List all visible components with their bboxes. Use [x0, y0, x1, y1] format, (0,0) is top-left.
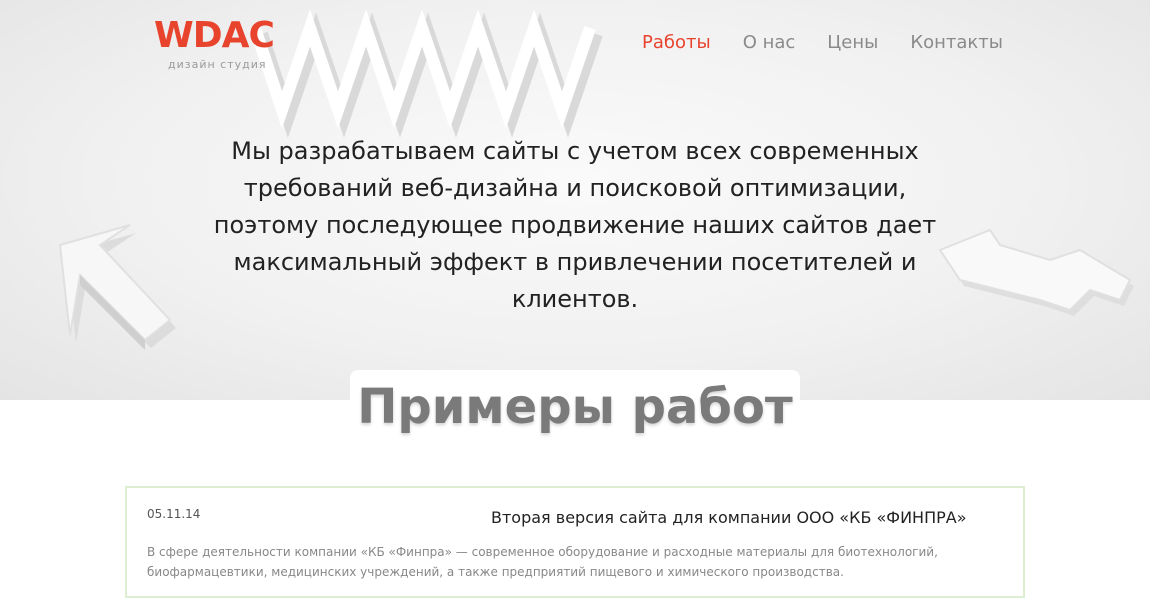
- portfolio-item-title[interactable]: Вторая версия сайта для компании ООО «КБ…: [491, 508, 967, 527]
- portfolio-title: Примеры работ: [357, 379, 793, 435]
- portfolio-card[interactable]: 05.11.14 Вторая версия сайта для компани…: [125, 486, 1025, 598]
- logo-tagline: дизайн студия: [168, 58, 267, 71]
- nav-item-contacts[interactable]: Контакты: [910, 30, 1003, 56]
- nav-item-works[interactable]: Работы: [642, 30, 711, 56]
- main-nav: Работы О нас Цены Контакты: [642, 30, 1035, 56]
- nav-item-about[interactable]: О нас: [743, 30, 796, 56]
- portfolio-date: 05.11.14: [147, 507, 201, 521]
- nav-item-prices[interactable]: Цены: [827, 30, 878, 56]
- hero-text: Мы разрабатываем сайты с учетом всех сов…: [213, 137, 937, 313]
- portfolio-item-description: В сфере деятельности компании «КБ «Финпр…: [147, 545, 938, 579]
- brand-logo[interactable]: WDAC дизайн студия: [154, 14, 275, 74]
- symbol-decoration: [938, 228, 1134, 316]
- cursor-decoration: [58, 224, 176, 350]
- hero-section: WDAC дизайн студия Работы О нас Цены Кон…: [0, 0, 1150, 400]
- logo-mark: WDAC: [154, 15, 275, 56]
